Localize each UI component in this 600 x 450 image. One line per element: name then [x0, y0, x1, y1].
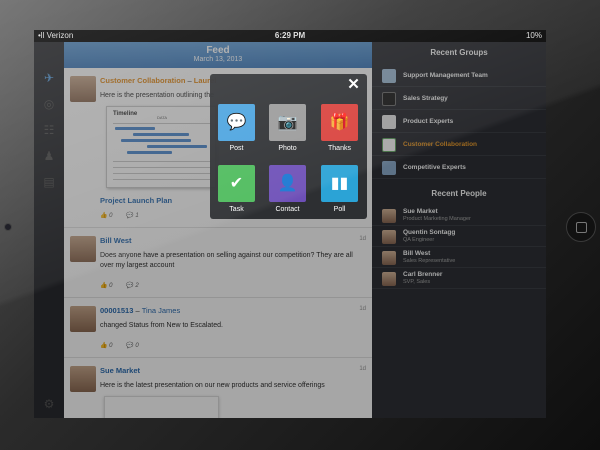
action-label: Poll — [333, 206, 346, 213]
camera-icon: 📷 — [269, 104, 306, 141]
front-camera — [4, 223, 12, 231]
contact-card-icon: 👤 — [269, 165, 306, 202]
checkmark-icon: ✔ — [218, 165, 255, 202]
action-photo[interactable]: 📷 Photo — [269, 104, 306, 152]
action-contact[interactable]: 👤 Contact — [269, 165, 306, 213]
status-bar: •ll Verizon 6:29 PM 10% — [34, 30, 546, 42]
speech-bubble-icon: 💬 — [218, 104, 255, 141]
home-square-icon — [576, 222, 587, 233]
action-label: Thanks — [328, 145, 351, 152]
action-poll[interactable]: ▮▮ Poll — [321, 165, 358, 213]
screen: •ll Verizon 6:29 PM 10% ✈ ◎ ☷ ♟ ▤ ⚙ Feed… — [34, 30, 546, 418]
action-label: Post — [229, 145, 244, 152]
bar-chart-icon: ▮▮ — [321, 165, 358, 202]
home-button[interactable] — [566, 212, 596, 242]
clock: 6:29 PM — [274, 31, 306, 40]
action-label: Task — [229, 206, 244, 213]
action-task[interactable]: ✔ Task — [218, 165, 255, 213]
action-label: Photo — [278, 145, 297, 152]
action-thanks[interactable]: 🎁 Thanks — [321, 104, 358, 152]
gift-icon: 🎁 — [321, 104, 358, 141]
action-post[interactable]: 💬 Post — [218, 104, 255, 152]
close-button[interactable]: ✕ — [340, 73, 367, 97]
battery-level: 10% — [525, 31, 542, 40]
action-label: Contact — [275, 206, 300, 213]
